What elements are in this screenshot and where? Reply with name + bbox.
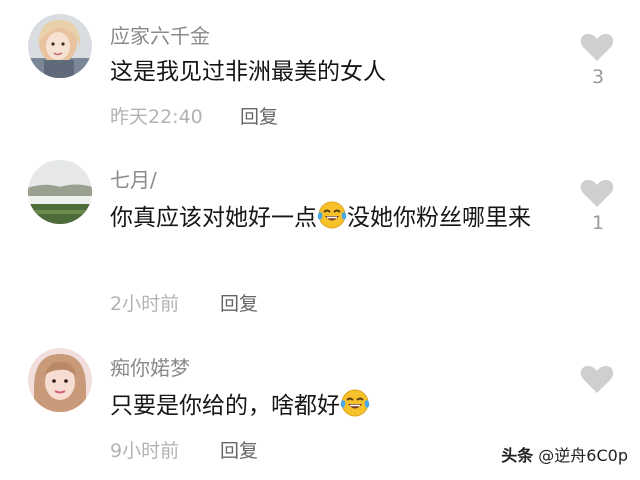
reply-button[interactable]: 回复: [240, 102, 278, 129]
tears-of-joy-emoji-icon: [317, 201, 347, 229]
like-button[interactable]: [580, 178, 614, 208]
woman-selfie-avatar-icon: [28, 348, 92, 412]
watermark: 头条 @逆舟6C0p: [501, 442, 628, 466]
watermark-brand: 头条: [501, 446, 534, 465]
watermark-handle: @逆舟6C0p: [538, 446, 628, 465]
comment-text-part: 没她你粉丝哪里来: [347, 205, 531, 231]
heart-icon: [580, 365, 614, 393]
landscape-avatar-icon: [28, 160, 92, 224]
heart-icon: [580, 179, 614, 207]
comment-time: 9小时前: [110, 440, 180, 462]
comment-text: 你真应该对她好一点 没她你粉丝哪里来: [110, 196, 550, 240]
reply-button[interactable]: 回复: [220, 289, 258, 316]
avatar[interactable]: [28, 348, 92, 412]
like-count: 3: [591, 66, 605, 88]
comment-username[interactable]: 应家六千金: [110, 20, 210, 49]
comment-time: 2小时前: [110, 293, 180, 315]
like-button[interactable]: [580, 32, 614, 62]
girl-portrait-avatar-icon: [28, 14, 92, 78]
heart-icon: [580, 33, 614, 61]
comment-text-part: 只要是你给的，啥都好: [110, 393, 340, 419]
comment-text-part: 你真应该对她好一点: [110, 205, 317, 231]
avatar[interactable]: [28, 160, 92, 224]
comment-time: 昨天22:40: [110, 106, 203, 128]
comment-username[interactable]: 痴你婼梦: [110, 352, 190, 381]
comment-text: 这是我见过非洲最美的女人: [110, 59, 386, 85]
comment-username[interactable]: 七月/: [110, 164, 157, 193]
like-count: 1: [591, 212, 605, 234]
like-button[interactable]: [580, 364, 614, 394]
reply-button[interactable]: 回复: [220, 436, 258, 463]
tears-of-joy-emoji-icon: [340, 389, 370, 417]
avatar[interactable]: [28, 14, 92, 78]
comment-text: 只要是你给的，啥都好: [110, 384, 550, 428]
